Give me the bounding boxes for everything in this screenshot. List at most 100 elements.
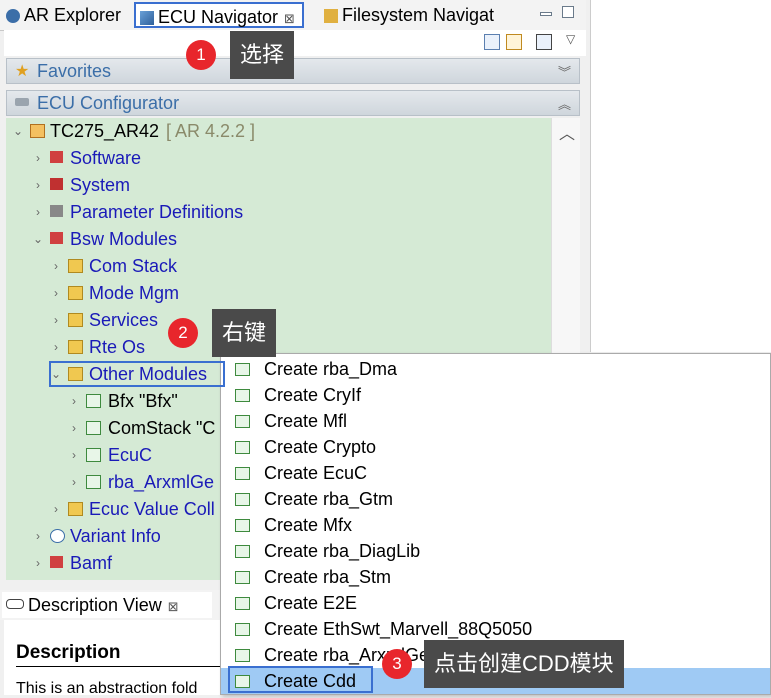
view-menu-chevron-icon[interactable]: ▽: [566, 32, 575, 46]
minimize-icon[interactable]: [540, 12, 552, 16]
other-modules-highlight: [49, 361, 225, 387]
menu-item-create-ecuc[interactable]: Create EcuC: [221, 460, 770, 486]
tab-ar-explorer[interactable]: AR Explorer: [2, 2, 132, 28]
menu-item-label: Create Mfl: [264, 411, 348, 431]
tree-item-label: System: [70, 175, 131, 195]
menu-item-label: Create rba_ArxmlGen: [264, 645, 440, 665]
tab-ecu-navigator[interactable]: ECU Navigator ⊠: [134, 2, 304, 28]
glasses-icon: [6, 599, 24, 609]
menu-item-label: Create rba_Gtm: [264, 489, 394, 509]
tree-item-label: Rte Os: [89, 337, 146, 357]
chevron-right-icon[interactable]: ›: [50, 496, 62, 522]
tab-label: Description View: [28, 595, 162, 615]
ecu-configurator-label: ECU Configurator: [37, 93, 180, 113]
maximize-icon[interactable]: [562, 6, 574, 18]
menu-item-label: Create CryIf: [264, 385, 362, 405]
description-text: This is an abstraction fold: [16, 680, 198, 697]
menu-item-create-rba-dma[interactable]: Create rba_Dma: [221, 356, 770, 382]
tab-description-view[interactable]: Description View ⊠: [2, 592, 212, 618]
chevron-down-icon[interactable]: ⌄: [12, 118, 24, 144]
menu-item-create-mfx[interactable]: Create Mfx: [221, 512, 770, 538]
close-icon[interactable]: ⊠: [284, 11, 295, 26]
menu-item-label: Create EcuC: [264, 463, 368, 483]
root-label: TC275_AR42: [50, 121, 160, 141]
folder-icon: [68, 502, 83, 516]
tab-label: AR Explorer: [24, 5, 122, 25]
collapse-chevron-icon[interactable]: ︽: [558, 94, 571, 113]
step-badge-3: 3: [382, 649, 412, 679]
chevron-right-icon[interactable]: ›: [32, 145, 44, 171]
menu-item-label: Create EthSwt_Marvell_88Q5050: [264, 619, 533, 639]
tree-item-label: Services: [89, 310, 159, 330]
menu-item-create-cryif[interactable]: Create CryIf: [221, 382, 770, 408]
module-icon: [235, 623, 250, 636]
close-icon[interactable]: ⊠: [168, 599, 179, 614]
tree-item-label: Bsw Modules: [70, 229, 178, 249]
ar-explorer-icon: [6, 9, 20, 23]
create-cdd-highlight: [228, 666, 373, 693]
scroll-up-icon[interactable]: ︿: [559, 120, 575, 144]
chevron-right-icon[interactable]: ›: [50, 334, 62, 360]
callout-right-click: 右键: [212, 309, 277, 357]
chevron-right-icon[interactable]: ›: [50, 280, 62, 306]
chevron-right-icon[interactable]: ›: [50, 307, 62, 333]
chevron-right-icon[interactable]: ›: [68, 469, 80, 495]
folder-icon: [68, 313, 83, 327]
step-badge-2: 2: [168, 318, 198, 348]
description-body: Description This is an abstraction fold: [4, 620, 220, 697]
tree-item-label: Bamf: [70, 553, 113, 573]
menu-item-label: Create E2E: [264, 593, 358, 613]
module-icon: [235, 415, 250, 428]
menu-item-label: Create rba_Stm: [264, 567, 392, 587]
callout-select: 选择: [230, 31, 295, 79]
filter-icon[interactable]: [536, 34, 552, 50]
module-icon: [235, 519, 250, 532]
menu-item-create-rba-gtm[interactable]: Create rba_Gtm: [221, 486, 770, 512]
chevron-right-icon[interactable]: ›: [32, 199, 44, 225]
module-icon: [235, 545, 250, 558]
tab-label: ECU Navigator: [158, 7, 279, 27]
menu-item-create-rba-diaglib[interactable]: Create rba_DiagLib: [221, 538, 770, 564]
chevron-right-icon[interactable]: ›: [68, 415, 80, 441]
menu-item-create-ethswt-marvell[interactable]: Create EthSwt_Marvell_88Q5050: [221, 616, 770, 642]
step-badge-1: 1: [186, 40, 216, 70]
chevron-right-icon[interactable]: ›: [32, 523, 44, 549]
tree-item-label: EcuC: [108, 445, 153, 465]
ecu-configurator-section-header[interactable]: ECU Configurator ︽: [6, 90, 580, 116]
module-icon: [235, 597, 250, 610]
view-toolbar: ▽: [4, 30, 586, 56]
tree-item-label: ComStack "C: [108, 418, 216, 438]
chevron-right-icon[interactable]: ›: [68, 442, 80, 468]
callout-create-cdd: 点击创建CDD模块: [424, 640, 624, 688]
ecu-navigator-icon: [140, 11, 154, 25]
module-icon: [235, 389, 250, 402]
view-tab-bar: AR Explorer ECU Navigator ⊠ Filesystem Na…: [0, 0, 586, 31]
folder-icon: [68, 286, 83, 300]
menu-item-create-e2e[interactable]: Create E2E: [221, 590, 770, 616]
module-icon: [235, 467, 250, 480]
folder-icon: [68, 340, 83, 354]
module-icon: [235, 493, 250, 506]
chevron-right-icon[interactable]: ›: [50, 253, 62, 279]
tree-item-label: Parameter Definitions: [70, 202, 244, 222]
menu-item-create-mfl[interactable]: Create Mfl: [221, 408, 770, 434]
menu-item-create-rba-stm[interactable]: Create rba_Stm: [221, 564, 770, 590]
tree-item-label: Ecuc Value Coll: [89, 499, 215, 519]
software-icon: [50, 151, 63, 163]
menu-item-create-crypto[interactable]: Create Crypto: [221, 434, 770, 460]
chevron-right-icon[interactable]: ›: [68, 388, 80, 414]
expand-chevron-icon[interactable]: ︾: [558, 62, 571, 81]
module-icon: [86, 475, 101, 489]
folder-icon: [68, 259, 83, 273]
chevron-down-icon[interactable]: ⌄: [32, 226, 44, 252]
tab-filesystem-navigator[interactable]: Filesystem Navigat: [320, 2, 516, 28]
collapse-all-icon[interactable]: [484, 34, 500, 50]
link-with-editor-icon[interactable]: [506, 34, 522, 50]
menu-item-label: Create rba_DiagLib: [264, 541, 421, 561]
chevron-right-icon[interactable]: ›: [32, 550, 44, 576]
tab-label: Filesystem Navigat: [342, 5, 495, 25]
star-icon: ★: [15, 63, 30, 80]
bamf-icon: [50, 556, 63, 568]
module-icon: [86, 421, 101, 435]
chevron-right-icon[interactable]: ›: [32, 172, 44, 198]
